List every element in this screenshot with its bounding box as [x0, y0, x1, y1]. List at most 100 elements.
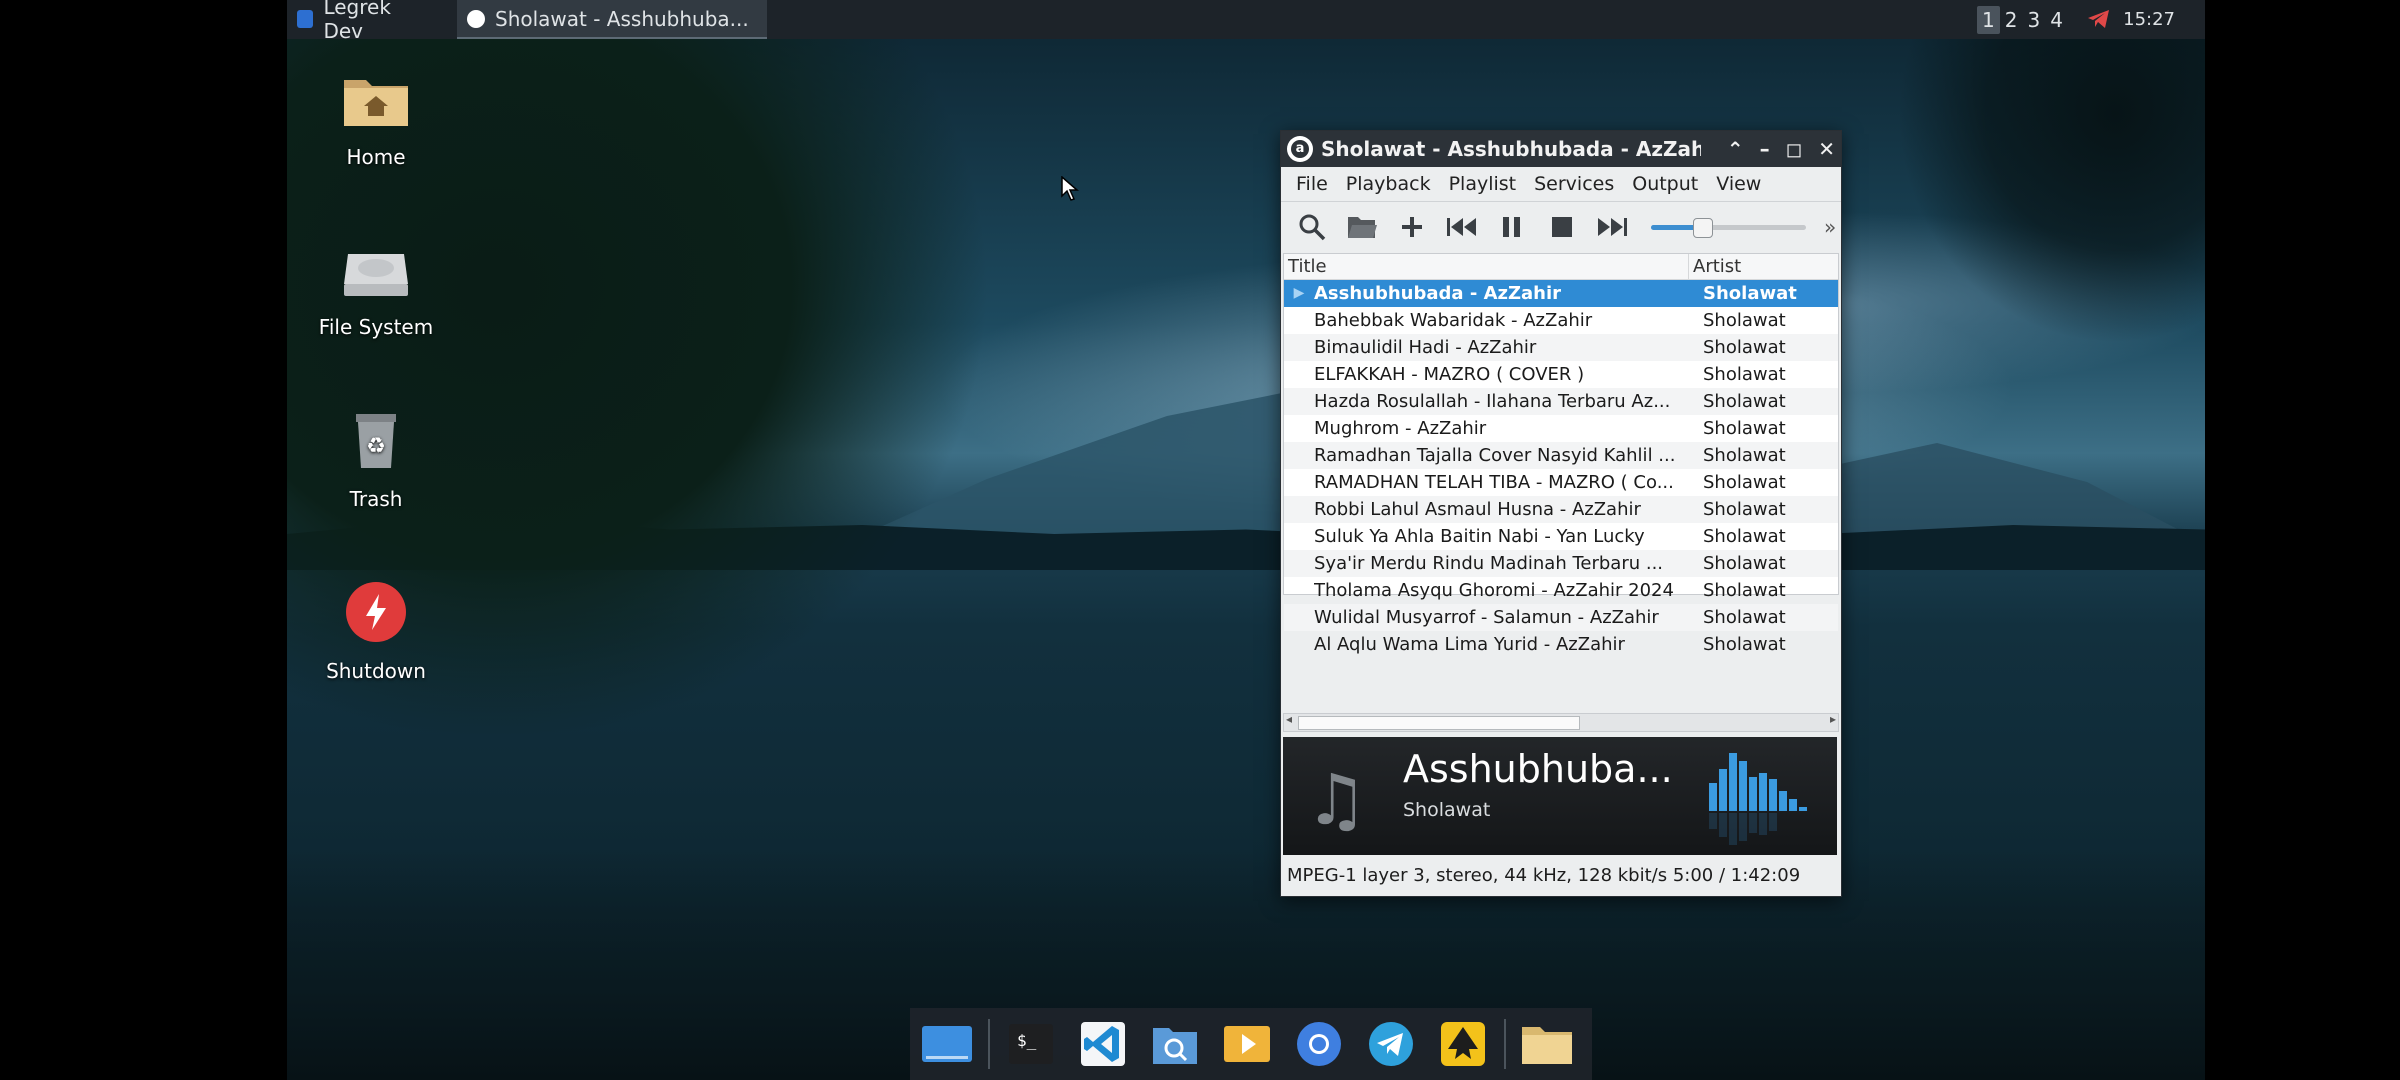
svg-text:$_: $_: [1017, 1031, 1037, 1050]
playlist-row[interactable]: Bimaulidil Hadi - AzZahir Sholawat: [1284, 334, 1838, 361]
audacious-icon: [467, 9, 485, 28]
next-button[interactable]: [1591, 207, 1633, 247]
track-artist: Sholawat: [1703, 445, 1786, 466]
previous-button[interactable]: [1441, 207, 1483, 247]
playlist-row[interactable]: RAMADHAN TELAH TIBA - MAZRO ( Co... Shola…: [1284, 469, 1838, 496]
playlist-row[interactable]: Hazda Rosulallah - Ilahana Terbaru Az...…: [1284, 388, 1838, 415]
track-title: Hazda Rosulallah - Ilahana Terbaru Az...: [1314, 391, 1671, 412]
track-artist: Sholawat: [1703, 634, 1786, 655]
dock-file-manager[interactable]: [1516, 1013, 1578, 1075]
track-title: Robbi Lahul Asmaul Husna - AzZahir: [1314, 499, 1641, 520]
playlist-row[interactable]: Tholama Asyqu Ghoromi - AzZahir 2024 Shol…: [1284, 577, 1838, 604]
pause-button[interactable]: [1491, 207, 1533, 247]
desktop-icon-label: File System: [318, 315, 434, 339]
power-icon: [346, 582, 406, 642]
volume-knob[interactable]: [1693, 218, 1714, 238]
dock-inkscape[interactable]: [1432, 1013, 1494, 1075]
row-marker: [1284, 361, 1314, 388]
playlist-row[interactable]: Al Aqlu Wama Lima Yurid - AzZahir Sholawa…: [1284, 631, 1838, 658]
menu-view[interactable]: View: [1707, 173, 1770, 195]
workspace-4[interactable]: 4: [2045, 6, 2068, 34]
track-artist: Sholawat: [1703, 580, 1786, 601]
skip-back-icon: [1447, 218, 1476, 236]
desktop-icon-trash[interactable]: ♻ Trash: [301, 410, 451, 511]
volume-slider[interactable]: [1651, 215, 1806, 239]
track-title: Ramadhan Tajalla Cover Nasyid Kahlil ...: [1314, 445, 1676, 466]
dock-terminal[interactable]: $_: [1000, 1013, 1062, 1075]
open-files-button[interactable]: [1341, 207, 1383, 247]
window-titlebar[interactable]: a Sholawat - Asshubhubada - AzZahir ( ⌃ …: [1281, 131, 1841, 167]
search-button[interactable]: [1291, 207, 1333, 247]
more-chevron-icon[interactable]: »: [1824, 215, 1836, 239]
track-title: Sya'ir Merdu Rindu Madinah Terbaru ...: [1314, 553, 1664, 574]
audacious-icon: a: [1287, 136, 1313, 162]
row-marker: [1284, 307, 1314, 334]
track-artist: Sholawat: [1703, 391, 1786, 412]
row-marker: [1284, 523, 1314, 550]
playlist-row[interactable]: Mughrom - AzZahir Sholawat: [1284, 415, 1838, 442]
scrollbar-thumb[interactable]: [1298, 716, 1580, 730]
track-artist: Sholawat: [1703, 472, 1786, 493]
playlist-row[interactable]: Robbi Lahul Asmaul Husna - AzZahir Sholaw…: [1284, 496, 1838, 523]
maximize-button[interactable]: ◻: [1786, 137, 1803, 161]
scroll-left-icon[interactable]: ◂: [1286, 712, 1292, 726]
workspace-1[interactable]: 1: [1977, 5, 2000, 34]
minimize-button[interactable]: –: [1760, 137, 1770, 161]
track-title: Tholama Asyqu Ghoromi - AzZahir 2024: [1314, 580, 1674, 601]
play-icon: [1224, 1026, 1270, 1062]
desktop-icon-shutdown[interactable]: Shutdown: [301, 580, 451, 683]
taskbar-item-label: Sholawat - Asshubhuba...: [495, 6, 749, 31]
track-title: Bahebbak Wabaridak - AzZahir: [1314, 310, 1593, 331]
workspace-3[interactable]: 3: [2022, 6, 2045, 34]
menu-file[interactable]: File: [1287, 173, 1337, 195]
terminal-icon: $_: [1009, 1024, 1053, 1064]
dock-chromium[interactable]: [1288, 1013, 1350, 1075]
row-marker: [1284, 415, 1314, 442]
playlist-row[interactable]: Wulidal Musyarrof - Salamun - AzZahir Sho…: [1284, 604, 1838, 631]
track-artist: Sholawat: [1703, 283, 1797, 304]
menu-playlist[interactable]: Playlist: [1440, 173, 1526, 195]
desktop-icon-filesystem[interactable]: File System: [301, 240, 451, 339]
row-marker: [1284, 631, 1314, 658]
telegram-tray-icon[interactable]: [2087, 8, 2111, 30]
menu-services[interactable]: Services: [1525, 173, 1623, 195]
desktop-icon-label: Home: [346, 145, 406, 169]
dock-media-player[interactable]: [1216, 1013, 1278, 1075]
menubar: File Playback Playlist Services Output V…: [1281, 167, 1841, 202]
stop-button[interactable]: [1541, 207, 1583, 247]
playlist-row[interactable]: Suluk Ya Ahla Baitin Nabi - Yan Lucky Sho…: [1284, 523, 1838, 550]
dock: $_: [910, 1008, 1592, 1080]
desktop-icon-home[interactable]: Home: [301, 70, 451, 169]
playlist-row[interactable]: ELFAKKAH - MAZRO ( COVER ) Sholawat: [1284, 361, 1838, 388]
row-marker: [1284, 604, 1314, 631]
playlist-row[interactable]: Ramadhan Tajalla Cover Nasyid Kahlil ...…: [1284, 442, 1838, 469]
column-title[interactable]: Title: [1284, 254, 1689, 279]
dock-telegram[interactable]: [1360, 1013, 1422, 1075]
track-artist: Sholawat: [1703, 553, 1786, 574]
desktop-icon: [922, 1026, 972, 1062]
toolbar: »: [1281, 202, 1841, 252]
menu-playback[interactable]: Playback: [1337, 173, 1440, 195]
taskbar-item-legrek[interactable]: Legrek Dev: [287, 0, 437, 43]
taskbar-item-label: Legrek Dev: [323, 0, 391, 43]
clock[interactable]: 15:27: [2123, 0, 2175, 39]
dock-show-desktop[interactable]: [916, 1013, 978, 1075]
taskbar-item-audacious[interactable]: Sholawat - Asshubhuba...: [457, 0, 767, 39]
playlist-row[interactable]: ▶ Asshubhubada - AzZahir Sholawat: [1284, 280, 1838, 307]
playlist-row[interactable]: Bahebbak Wabaridak - AzZahir Sholawat: [1284, 307, 1838, 334]
row-marker: [1284, 577, 1314, 604]
window-title: Sholawat - Asshubhubada - AzZahir (: [1321, 137, 1701, 161]
close-button[interactable]: ✕: [1818, 137, 1835, 161]
dock-search[interactable]: [1144, 1013, 1206, 1075]
row-marker: [1284, 496, 1314, 523]
horizontal-scrollbar[interactable]: ◂ ▸: [1283, 712, 1839, 732]
workspace-2[interactable]: 2: [2000, 6, 2023, 34]
add-files-button[interactable]: [1391, 207, 1433, 247]
menu-output[interactable]: Output: [1623, 173, 1707, 195]
dock-vscode[interactable]: [1072, 1013, 1134, 1075]
scroll-right-icon[interactable]: ▸: [1830, 712, 1836, 726]
shade-button[interactable]: ⌃: [1727, 137, 1744, 161]
track-artist: Sholawat: [1703, 310, 1786, 331]
column-artist[interactable]: Artist: [1689, 254, 1741, 279]
playlist-row[interactable]: Sya'ir Merdu Rindu Madinah Terbaru ... Sh…: [1284, 550, 1838, 577]
